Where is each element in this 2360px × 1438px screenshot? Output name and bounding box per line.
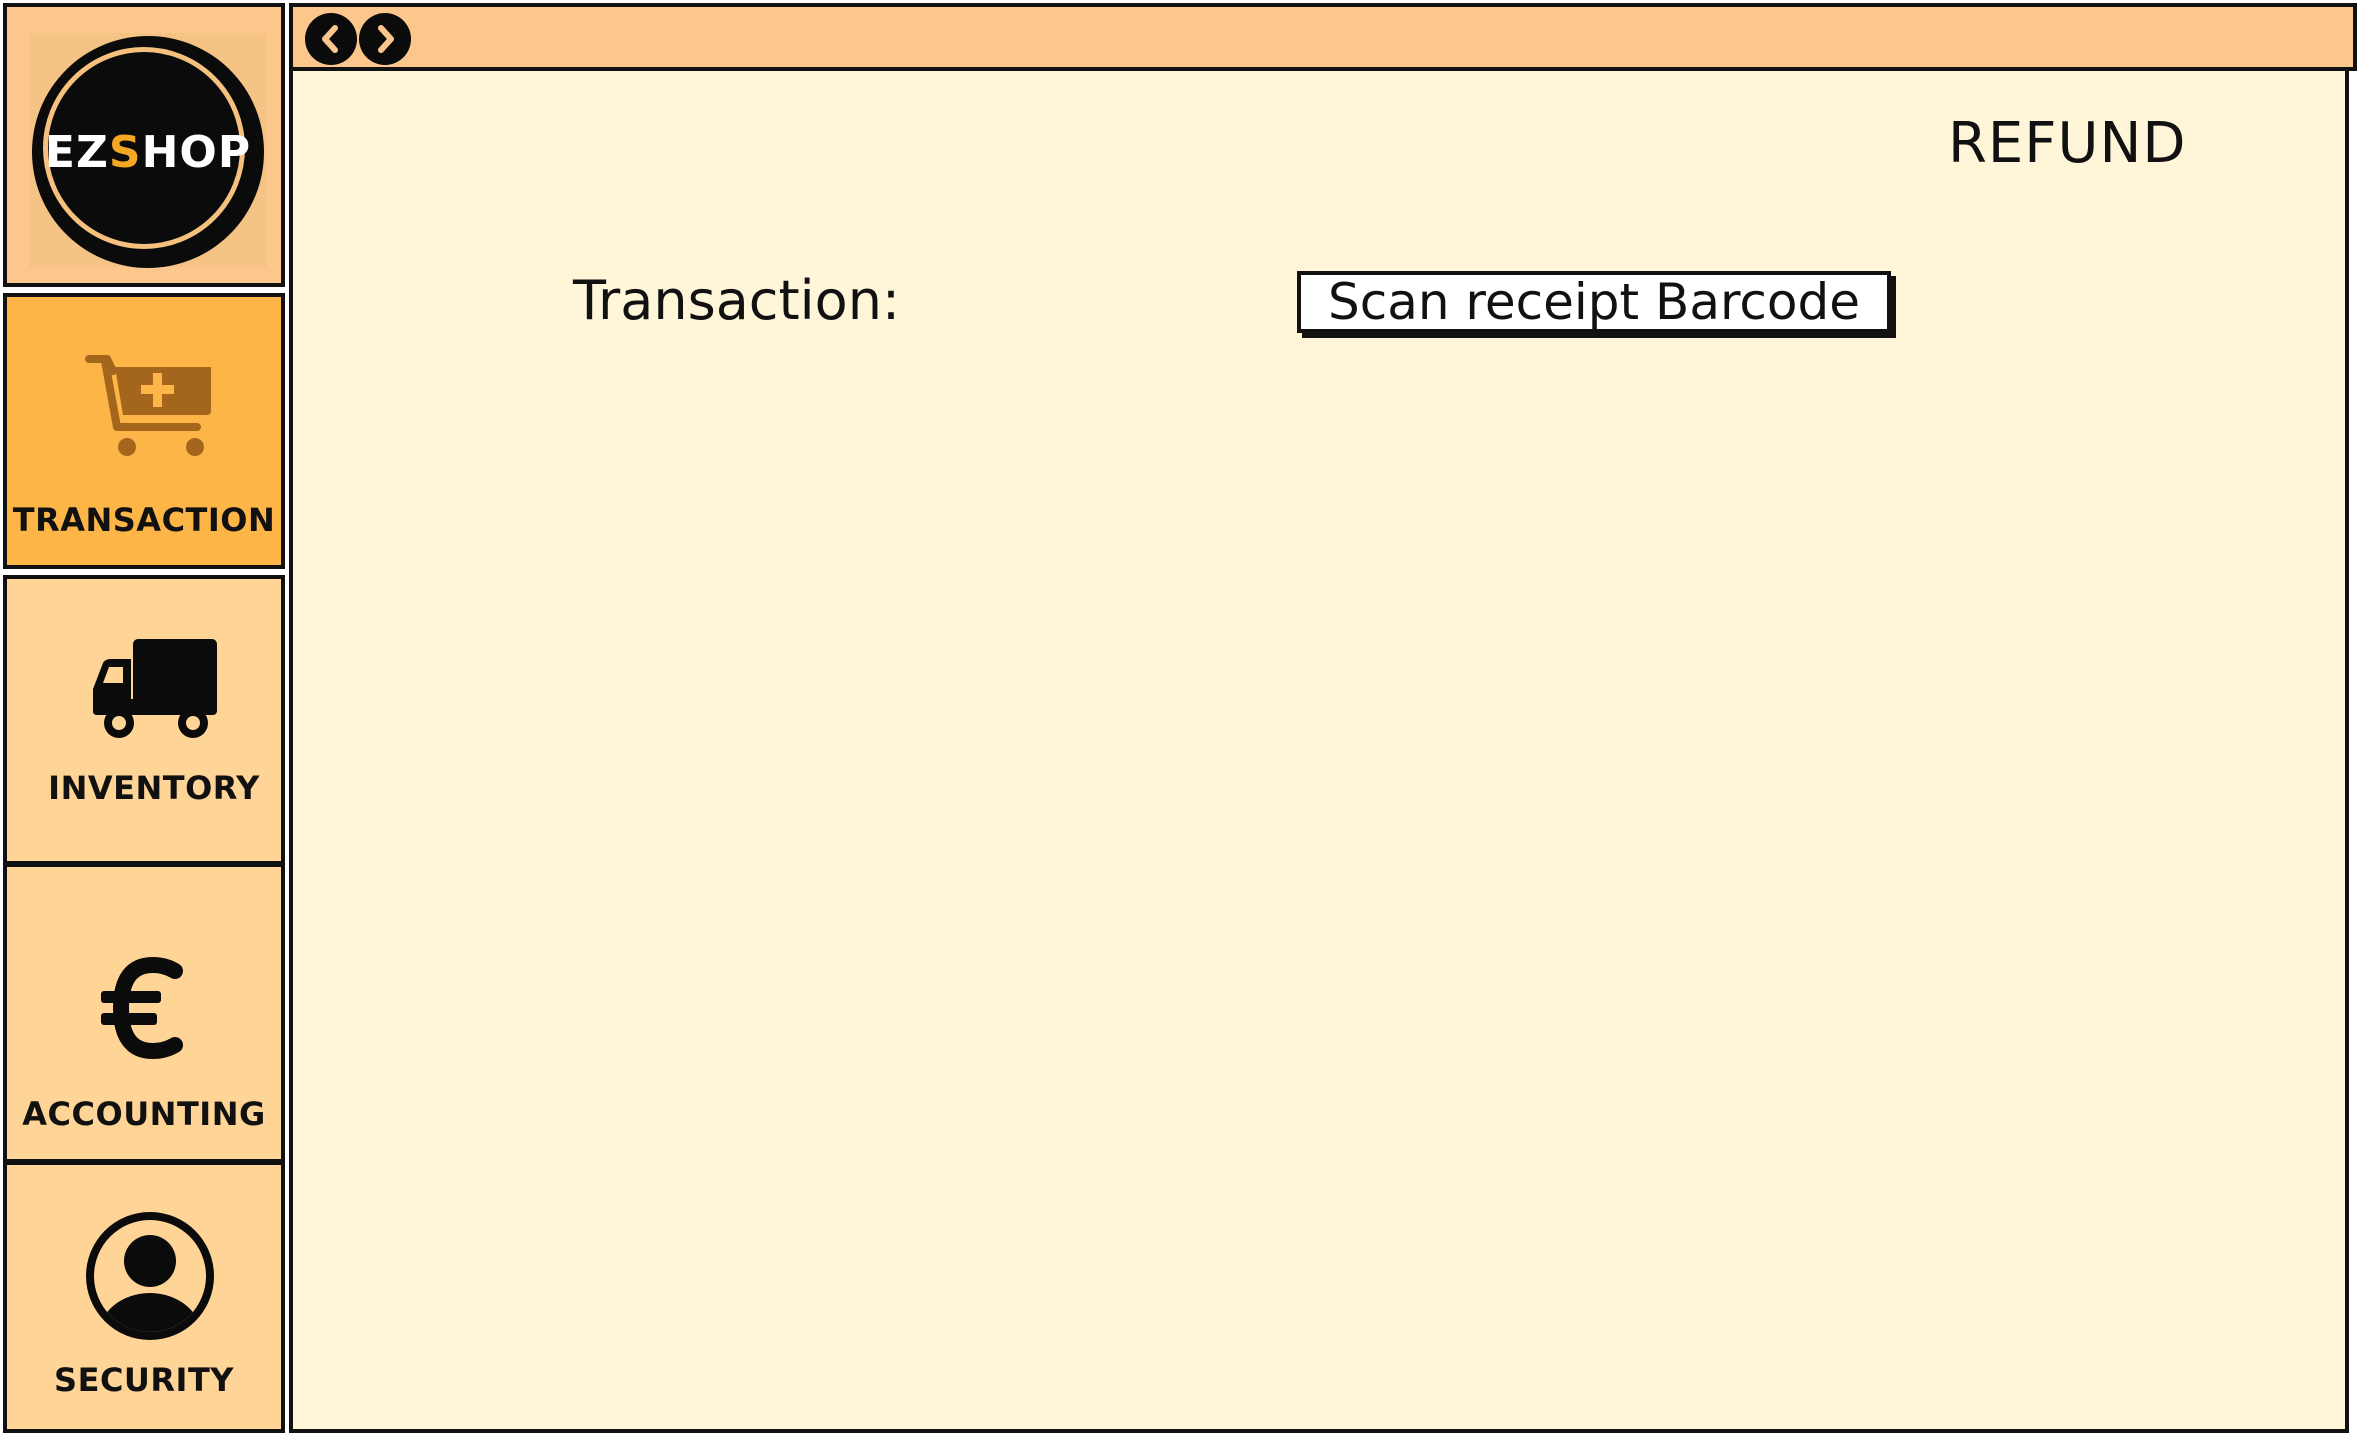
scan-receipt-barcode-button[interactable]: Scan receipt Barcode [1297, 271, 1891, 333]
sidebar-item-inventory[interactable]: INVENTORY [3, 575, 285, 865]
logo-panel: EZ S HOP [3, 3, 285, 287]
euro-icon [97, 953, 197, 1063]
sidebar-item-label: INVENTORY [48, 769, 260, 807]
logo-text-part1: EZ [44, 126, 109, 178]
truck-icon [89, 635, 221, 745]
main-window: REFUND Transaction: Scan receipt Barcode [289, 3, 2357, 1433]
sidebar-item-accounting[interactable]: ACCOUNTING [3, 863, 285, 1163]
user-icon [83, 1209, 217, 1343]
chevron-right-icon [378, 25, 394, 53]
logo-text-part2: HOP [141, 126, 252, 178]
logo-text: EZ S HOP [32, 36, 264, 268]
sidebar-item-security[interactable]: SECURITY [3, 1161, 285, 1433]
sidebar-item-transaction[interactable]: TRANSACTION [3, 293, 285, 569]
logo-text-accent: S [108, 126, 142, 178]
back-button[interactable] [305, 13, 357, 65]
sidebar: EZ S HOP TRANSACTION INVENTORY ACCOUNTIN… [3, 3, 289, 1433]
transaction-label: Transaction: [573, 269, 901, 332]
app-logo: EZ S HOP [32, 36, 264, 268]
chevron-left-icon [322, 25, 338, 53]
forward-button[interactable] [359, 13, 411, 65]
window-titlebar [289, 3, 2357, 71]
page-title: REFUND [1948, 111, 2187, 176]
cart-add-icon [85, 351, 215, 461]
sidebar-item-label: SECURITY [54, 1361, 234, 1399]
sidebar-item-label: TRANSACTION [12, 501, 276, 539]
sidebar-item-label: ACCOUNTING [22, 1095, 266, 1133]
